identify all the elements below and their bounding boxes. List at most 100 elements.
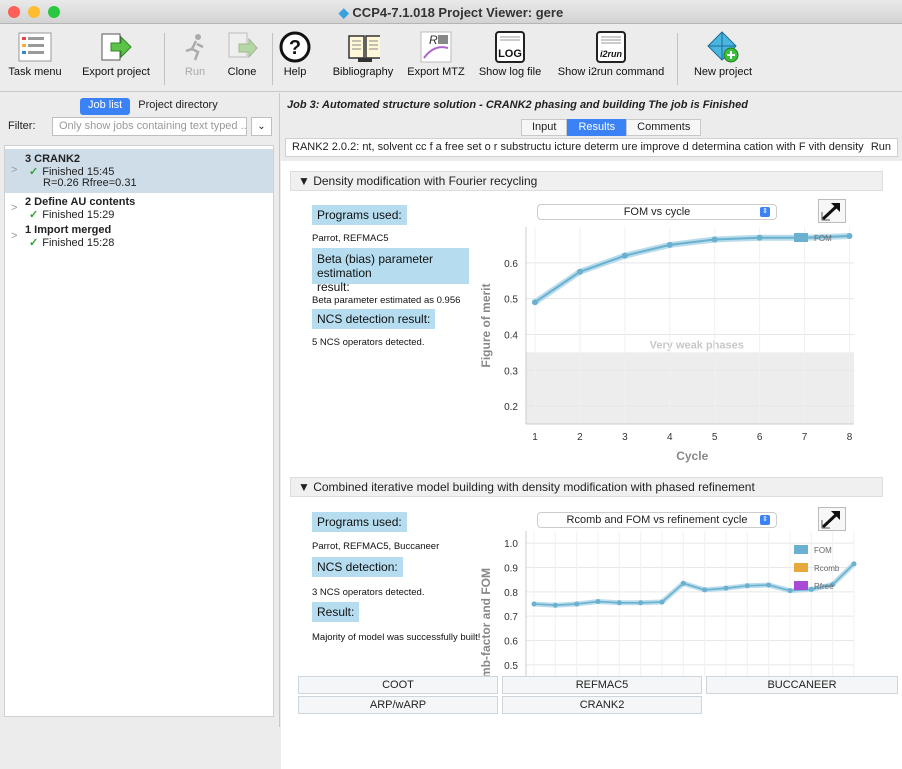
svg-text:?: ? <box>289 37 301 59</box>
legend-swatch-fom <box>794 545 808 554</box>
y-tick-label: 0.6 <box>504 259 518 270</box>
fom-data-point <box>531 299 538 306</box>
tab-input[interactable]: Input <box>521 119 568 136</box>
fom-data-point <box>680 580 686 586</box>
fom-data-point <box>756 234 763 241</box>
legend-label-rfree: Rfree <box>814 582 834 591</box>
job-status: ✓ Finished 15:29 <box>29 209 115 221</box>
y-tick-label: 0.8 <box>504 588 518 599</box>
graph-select-fom[interactable]: FOM vs cycle ⇕ <box>537 204 777 220</box>
fom-data-point <box>638 600 644 606</box>
ccp4-diamond-icon: ◆ <box>338 5 349 20</box>
mtz-icon: R <box>419 30 453 64</box>
y-tick-label: 0.9 <box>504 564 518 575</box>
fom-data-point <box>711 236 718 243</box>
fom-data-point <box>574 601 580 607</box>
fom-data-point <box>666 241 673 248</box>
tab-job-list[interactable]: Job list <box>80 98 131 115</box>
job-item-define-au[interactable]: > 2 Define AU contents ✓ Finished 15:29 <box>5 194 273 222</box>
programs-used-text-2: Parrot, REFMAC5, Buccaneer <box>312 541 440 552</box>
ncs-detection-label-2: NCS detection: <box>312 557 403 577</box>
filter-input[interactable]: Only show jobs containing text typed ... <box>52 117 247 136</box>
fom-data-point <box>621 252 628 259</box>
job-item-import-merged[interactable]: > 1 Import merged ✓ Finished 15:28 <box>5 222 273 250</box>
export-arrow-icon <box>99 30 133 64</box>
toolbar: Task menu Export project Run Clone ? Hel… <box>0 25 902 92</box>
fom-data-point <box>659 599 665 605</box>
y-tick-label: 0.4 <box>504 330 518 341</box>
section-iterative-model-building-header[interactable]: ▼ Combined iterative model building with… <box>290 477 883 497</box>
results-tab-bar: Input Results Comments <box>521 119 702 136</box>
task-menu-button[interactable]: Task menu <box>4 28 66 88</box>
x-tick-label: 1 <box>532 432 538 443</box>
help-icon: ? <box>278 30 312 64</box>
left-tab-bar: Job list Project directory <box>80 98 226 115</box>
export-project-button[interactable]: Export project <box>80 28 152 88</box>
result-label: Result: <box>312 602 360 622</box>
refmac5-button[interactable]: REFMAC5 <box>502 676 702 694</box>
y-tick-label: 0.6 <box>504 637 518 648</box>
buccaneer-button[interactable]: BUCCANEER <box>706 676 898 694</box>
new-project-button[interactable]: New project <box>690 28 756 88</box>
toolbar-separator <box>164 33 165 85</box>
y-tick-label: 0.5 <box>504 661 518 672</box>
x-tick-label: 2 <box>577 432 583 443</box>
rcomb-fom-chart: 0.5 0.6 0.7 0.8 0.9 1.0 mb-factor and FOM FOM Rc… <box>479 531 857 678</box>
beta-parameter-text: Beta parameter estimated as 0.956 <box>312 295 461 306</box>
crank2-button[interactable]: CRANK2 <box>502 696 702 714</box>
fom-data-point <box>766 582 772 588</box>
select-arrows-icon: ⇕ <box>760 515 770 525</box>
section-density-modification-header[interactable]: ▼ Density modification with Fourier recy… <box>290 171 883 191</box>
help-button[interactable]: ? Help <box>278 28 312 88</box>
expand-caret-icon[interactable]: > <box>11 230 17 242</box>
job-message-text: RANK2 2.0.2: nt, solvent cc f a free set… <box>292 141 871 153</box>
legend-label-rcomb: Rcomb <box>814 564 840 573</box>
fom-data-point <box>595 599 601 605</box>
x-tick-label: 4 <box>667 432 673 443</box>
job-list: > 3 CRANK2 ✓ Finished 15:45 R=0.26 Rfree=… <box>4 145 274 717</box>
y-axis-label: Figure of merit <box>479 283 493 367</box>
show-i2run-command-button[interactable]: i2run Show i2run command <box>556 28 666 88</box>
i2run-icon: i2run <box>594 30 628 64</box>
ncs-detection-text: 5 NCS operators detected. <box>312 337 425 348</box>
coot-button[interactable]: COOT <box>298 676 498 694</box>
log-icon: LOG <box>493 30 527 64</box>
toolbar-separator <box>677 33 678 85</box>
fom-data-point <box>576 268 583 275</box>
run-status-label: Run <box>864 141 891 153</box>
fom-data-point <box>723 585 729 591</box>
job-item-crank2[interactable]: > 3 CRANK2 ✓ Finished 15:45 R=0.26 Rfree=… <box>5 149 273 193</box>
y-tick-label: 0.7 <box>504 612 518 623</box>
job-detail-panel: Job 3: Automated structure solution - CR… <box>281 93 902 769</box>
arp-warp-button[interactable]: ARP/wARP <box>298 696 498 714</box>
fom-data-point <box>531 601 537 607</box>
export-mtz-button[interactable]: R Export MTZ <box>405 28 467 88</box>
fom-vs-cycle-chart: Very weak phases 0.2 0.3 0.4 0.5 0.6 1 2 3 4 5 6 7 8 C… <box>479 227 854 463</box>
svg-text:LOG: LOG <box>498 48 522 60</box>
bibliography-button[interactable]: Bibliography <box>327 28 399 88</box>
run-button[interactable]: Run <box>175 28 215 88</box>
weak-phase-label: Very weak phases <box>650 339 744 351</box>
expand-caret-icon[interactable]: > <box>11 202 17 214</box>
y-tick-label: 1.0 <box>504 539 518 550</box>
filter-label: Filter: <box>8 120 36 132</box>
tab-comments[interactable]: Comments <box>626 119 702 136</box>
legend-swatch-rfree <box>794 581 808 590</box>
graph-select-rcomb-fom[interactable]: Rcomb and FOM vs refinement cycle ⇕ <box>537 512 777 528</box>
select-arrows-icon: ⇕ <box>760 207 770 217</box>
programs-used-text: Parrot, REFMAC5 <box>312 233 389 244</box>
expand-caret-icon[interactable]: > <box>11 164 17 176</box>
legend-label-fom: FOM <box>814 546 832 555</box>
clone-icon <box>225 30 259 64</box>
tab-results[interactable]: Results <box>567 119 627 136</box>
fom-data-point <box>851 561 857 567</box>
beta-parameter-label: Beta (bias) parameter estimation result: <box>312 248 469 294</box>
filter-dropdown-button[interactable]: ⌄ <box>251 117 272 136</box>
job-status: ✓ Finished 15:28 <box>29 237 115 249</box>
tab-project-directory[interactable]: Project directory <box>130 98 225 115</box>
show-log-file-button[interactable]: LOG Show log file <box>478 28 542 88</box>
x-tick-label: 6 <box>757 432 763 443</box>
job-panel: Job list Project directory Filter: Only … <box>0 93 280 727</box>
task-menu-icon <box>18 30 52 64</box>
clone-button[interactable]: Clone <box>220 28 264 88</box>
